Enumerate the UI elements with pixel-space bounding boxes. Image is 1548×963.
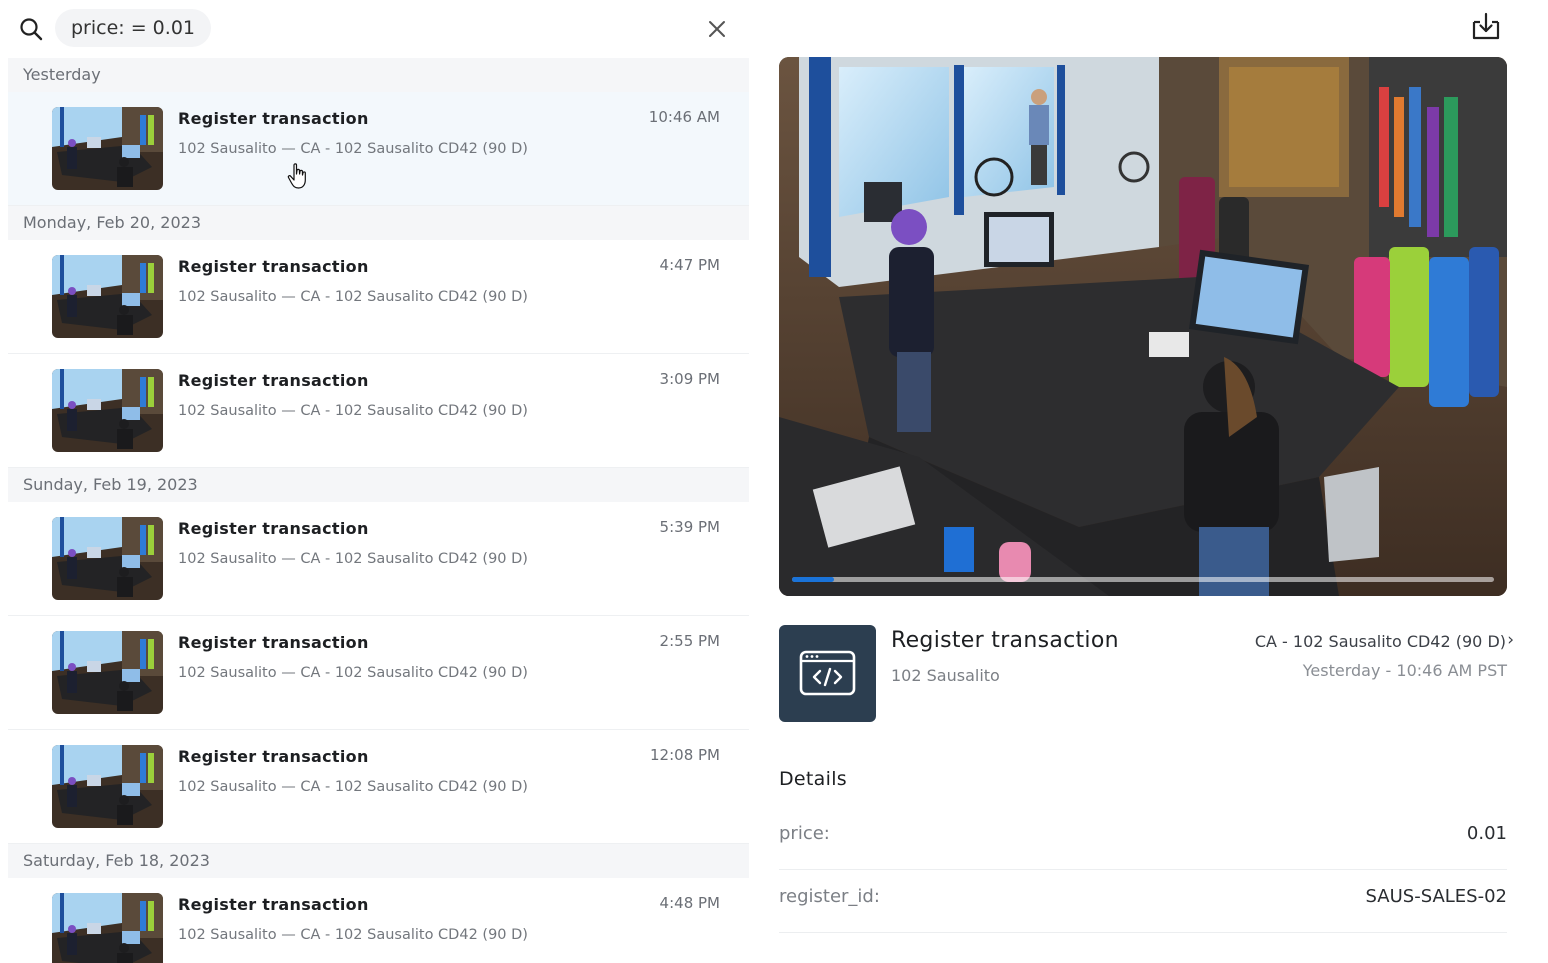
date-group-header: Yesterday	[8, 58, 749, 92]
details-heading: Details	[779, 768, 847, 790]
detail-key: register_id:	[779, 886, 880, 907]
event-item-time: 3:09 PM	[659, 370, 720, 388]
event-item-title: Register transaction	[178, 109, 369, 128]
date-group-header: Sunday, Feb 19, 2023	[8, 468, 749, 502]
event-item-title: Register transaction	[178, 747, 369, 766]
search-bar: price: = 0.01	[0, 0, 750, 58]
event-list-item[interactable]: Register transaction 102 Sausalito — CA -…	[8, 730, 749, 844]
detail-value: 0.01	[1466, 823, 1507, 844]
event-list-item[interactable]: Register transaction 102 Sausalito — CA -…	[8, 92, 749, 206]
event-list-item[interactable]: Register transaction 102 Sausalito — CA -…	[8, 878, 749, 963]
event-list-item[interactable]: Register transaction 102 Sausalito — CA -…	[8, 616, 749, 730]
event-item-location: 102 Sausalito — CA - 102 Sausalito CD42 …	[178, 141, 528, 157]
search-icon[interactable]	[18, 16, 44, 42]
event-item-time: 4:48 PM	[659, 894, 720, 912]
hand-cursor-icon	[287, 163, 306, 189]
code-window-icon	[779, 625, 876, 722]
event-item-title: Register transaction	[178, 633, 369, 652]
event-item-location: 102 Sausalito — CA - 102 Sausalito CD42 …	[178, 779, 528, 795]
detail-value: SAUS-SALES-02	[1365, 886, 1507, 907]
event-search-panel: price: = 0.01 Yesterday Register transact…	[0, 0, 750, 963]
event-item-time: 10:46 AM	[648, 108, 720, 126]
event-thumbnail	[52, 631, 163, 714]
event-item-location: 102 Sausalito — CA - 102 Sausalito CD42 …	[178, 289, 528, 305]
event-site: 102 Sausalito	[891, 666, 1000, 685]
chevron-right-icon[interactable]: ›	[1507, 630, 1514, 650]
video-frame-image	[779, 57, 1507, 596]
event-item-title: Register transaction	[178, 519, 369, 538]
event-item-time: 5:39 PM	[659, 518, 720, 536]
date-group-header: Monday, Feb 20, 2023	[8, 206, 749, 240]
event-thumbnail	[52, 107, 163, 190]
event-item-location: 102 Sausalito — CA - 102 Sausalito CD42 …	[178, 927, 528, 943]
event-list-item[interactable]: Register transaction 102 Sausalito — CA -…	[8, 240, 749, 354]
event-title: Register transaction	[891, 628, 1119, 653]
playback-scrubber[interactable]	[792, 577, 1494, 582]
results-list: Yesterday Register transaction 102 Sausali…	[8, 58, 749, 963]
event-item-title: Register transaction	[178, 895, 369, 914]
event-item-location: 102 Sausalito — CA - 102 Sausalito CD42 …	[178, 551, 528, 567]
download-icon[interactable]	[1470, 12, 1502, 42]
event-thumbnail	[52, 745, 163, 828]
event-timestamp: Yesterday - 10:46 AM PST	[1302, 661, 1507, 680]
event-thumbnail	[52, 517, 163, 600]
date-group-header: Saturday, Feb 18, 2023	[8, 844, 749, 878]
event-item-time: 2:55 PM	[659, 632, 720, 650]
camera-link[interactable]: CA - 102 Sausalito CD42 (90 D)	[1255, 632, 1506, 651]
event-thumbnail	[52, 255, 163, 338]
video-player[interactable]	[779, 57, 1507, 596]
event-item-title: Register transaction	[178, 371, 369, 390]
event-item-title: Register transaction	[178, 257, 369, 276]
playback-progress	[792, 577, 835, 582]
event-thumbnail	[52, 893, 163, 963]
event-thumbnail	[52, 369, 163, 452]
detail-row-register-id: register_id: SAUS-SALES-02	[779, 870, 1507, 933]
event-detail-panel: Register transaction 102 Sausalito CA - …	[750, 0, 1548, 963]
event-item-time: 12:08 PM	[650, 746, 720, 764]
event-item-location: 102 Sausalito — CA - 102 Sausalito CD42 …	[178, 665, 528, 681]
close-icon[interactable]	[704, 16, 730, 42]
search-query-chip[interactable]: price: = 0.01	[55, 9, 211, 47]
detail-key: price:	[779, 823, 830, 844]
event-list-item[interactable]: Register transaction 102 Sausalito — CA -…	[8, 354, 749, 468]
event-item-location: 102 Sausalito — CA - 102 Sausalito CD42 …	[178, 403, 528, 419]
event-item-time: 4:47 PM	[659, 256, 720, 274]
event-list-item[interactable]: Register transaction 102 Sausalito — CA -…	[8, 502, 749, 616]
detail-row-price: price: 0.01	[779, 807, 1507, 870]
